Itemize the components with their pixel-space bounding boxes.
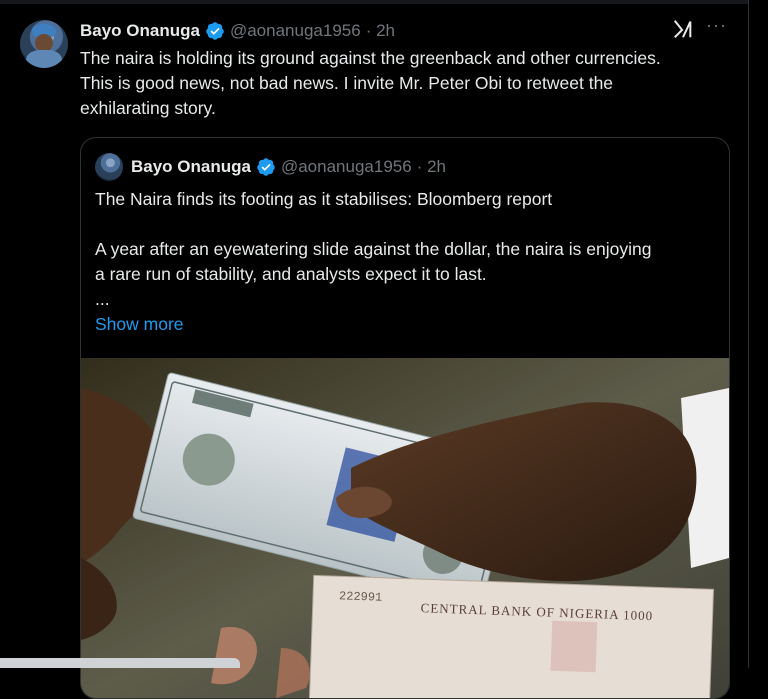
quote-line: a rare run of stability, and analysts ex… [95, 264, 487, 284]
quote-header: Bayo Onanuga @aonanuga1956 · 2h [131, 154, 446, 180]
avatar[interactable] [20, 20, 68, 68]
quote-avatar[interactable] [95, 153, 123, 181]
naira-serial: 222991 [339, 589, 383, 604]
grok-icon[interactable] [672, 18, 694, 40]
author-name[interactable]: Bayo Onanuga [80, 21, 200, 41]
tweet-line: This is good news, not bad news. I invit… [80, 73, 614, 93]
verified-badge-icon [257, 158, 275, 176]
quote-line: A year after an eyewatering slide agains… [95, 239, 652, 259]
tweet-line: exhilarating story. [80, 98, 216, 118]
quote-line: ... [95, 289, 110, 309]
quote-body: A year after an eyewatering slide agains… [95, 237, 715, 312]
quote-title: The Naira finds its footing as it stabil… [95, 189, 553, 209]
quote-author-handle[interactable]: @aonanuga1956 [281, 157, 412, 177]
show-more-link[interactable]: Show more [95, 314, 184, 335]
horizontal-scrollbar[interactable] [0, 658, 240, 668]
quote-image[interactable]: 222991 CENTRAL BANK OF NIGERIA 1000 [81, 358, 729, 698]
quote-time[interactable]: · 2h [417, 157, 446, 177]
tweet-text: The naira is holding its ground against … [80, 46, 720, 121]
verified-badge-icon [206, 22, 224, 40]
tweet-line: The naira is holding its ground against … [80, 48, 661, 68]
tweet-time[interactable]: · 2h [366, 21, 395, 41]
author-handle[interactable]: @aonanuga1956 [230, 21, 361, 41]
quoted-tweet[interactable]: Bayo Onanuga @aonanuga1956 · 2h The Nair… [80, 137, 730, 699]
quote-author-name[interactable]: Bayo Onanuga [131, 157, 251, 177]
column-divider [748, 0, 749, 668]
avatar-clothing [26, 50, 62, 68]
top-divider [0, 0, 748, 4]
tweet-header: Bayo Onanuga @aonanuga1956 · 2h [80, 18, 395, 44]
more-options-icon[interactable]: ··· [706, 15, 727, 36]
